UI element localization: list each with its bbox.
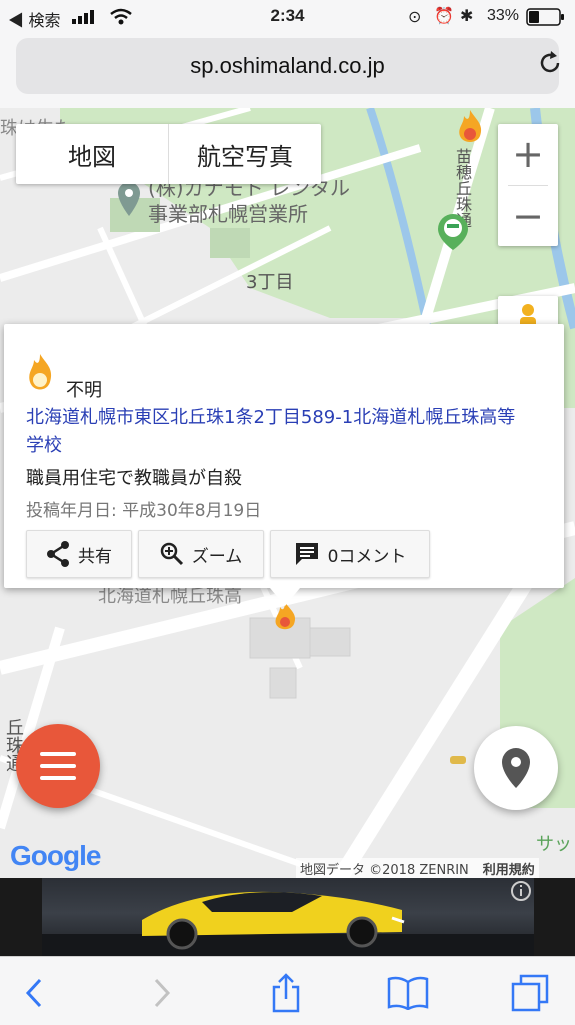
share-button[interactable]: 共有 bbox=[26, 530, 132, 578]
rotation-lock-icon: ⊙ bbox=[408, 9, 422, 26]
share-label: 共有 bbox=[78, 546, 112, 567]
map-type-satellite-button[interactable]: 航空写真 bbox=[169, 124, 321, 184]
google-logo: Google bbox=[10, 840, 101, 872]
address-bar: sp.oshimaland.co.jp bbox=[0, 34, 575, 109]
map-type-control: 地図 航空写真 bbox=[16, 124, 321, 184]
share-page-button[interactable] bbox=[264, 971, 308, 1015]
map-label-sapporo: サッ bbox=[536, 834, 572, 855]
zoom-out-button[interactable]: − bbox=[498, 186, 558, 246]
map-type-map-button[interactable]: 地図 bbox=[16, 124, 168, 184]
zoom-magnifier-icon bbox=[160, 542, 183, 566]
chevron-left-icon bbox=[25, 978, 42, 1008]
share-icon bbox=[47, 541, 69, 567]
battery-percent: 33% bbox=[486, 7, 519, 24]
terms-link[interactable]: 利用規約 bbox=[483, 859, 535, 878]
fire-marker-icon[interactable] bbox=[450, 108, 490, 148]
convenience-store-icon bbox=[438, 214, 468, 250]
ad-banner[interactable] bbox=[0, 878, 575, 956]
fire-icon bbox=[29, 354, 52, 390]
zoom-label: ズーム bbox=[191, 546, 243, 567]
info-window-pointer bbox=[270, 588, 300, 606]
reload-icon[interactable] bbox=[535, 48, 565, 78]
place-pin-icon bbox=[118, 182, 140, 216]
minus-icon: − bbox=[512, 194, 544, 238]
browser-toolbar bbox=[0, 956, 575, 1025]
battery-icon bbox=[526, 8, 564, 26]
map-label-company-2: 事業部札幌営業所 bbox=[148, 202, 308, 226]
info-date: 投稿年月日: 平成30年8月19日 bbox=[26, 501, 262, 521]
nav-back-button[interactable] bbox=[12, 971, 56, 1015]
my-location-fab-button[interactable] bbox=[474, 726, 558, 810]
attribution-text: 地図データ ©2018 ZENRIN bbox=[300, 862, 469, 878]
share-sheet-icon bbox=[272, 973, 300, 1013]
url-field[interactable]: sp.oshimaland.co.jp bbox=[16, 38, 559, 94]
car-illustration bbox=[42, 891, 534, 956]
info-description: 職員用住宅で教職員が自殺 bbox=[26, 468, 242, 489]
info-address-link[interactable]: 北海道札幌市東区北丘珠1条2丁目589-1北海道札幌丘珠高等学校 bbox=[26, 404, 526, 460]
comments-button[interactable]: 0コメント bbox=[270, 530, 430, 578]
tabs-icon bbox=[511, 974, 549, 1012]
comments-label: 0コメント bbox=[327, 546, 407, 567]
zoom-button[interactable]: ズーム bbox=[138, 530, 264, 578]
ad-car-image bbox=[42, 878, 534, 956]
bus-stop-icon bbox=[450, 756, 466, 764]
tabs-button[interactable] bbox=[508, 971, 552, 1015]
alarm-icon: ⏰ bbox=[434, 8, 454, 25]
location-pin-icon bbox=[502, 748, 530, 788]
bookmarks-button[interactable] bbox=[386, 971, 430, 1015]
book-icon bbox=[387, 976, 429, 1010]
map-attribution: 地図データ ©2018 ZENRIN 利用規約 bbox=[296, 858, 539, 878]
zoom-in-button[interactable]: + bbox=[498, 124, 558, 184]
menu-fab-button[interactable] bbox=[16, 724, 100, 808]
comment-icon bbox=[295, 543, 318, 565]
plus-icon: + bbox=[512, 132, 544, 176]
info-window: 不明 北海道札幌市東区北丘珠1条2丁目589-1北海道札幌丘珠高等学校 職員用住… bbox=[4, 324, 564, 588]
info-title: 不明 bbox=[66, 380, 102, 401]
hamburger-menu-icon bbox=[40, 752, 76, 780]
url-text: sp.oshimaland.co.jp bbox=[190, 53, 385, 78]
chevron-right-icon bbox=[154, 978, 171, 1008]
google-logo-text: Google bbox=[10, 840, 101, 871]
status-bar: ◀ 検索 2:34 ⊙ ⏰ ✱ 33% bbox=[0, 0, 575, 34]
map-label-block: 3丁目 bbox=[246, 272, 294, 293]
bluetooth-icon: ✱ bbox=[460, 8, 474, 25]
nav-forward-button[interactable] bbox=[140, 971, 184, 1015]
ad-info-icon[interactable] bbox=[510, 880, 532, 902]
map[interactable]: 珠は生た (株)カナモト レンタル 事業部札幌営業所 3丁目 苗穂丘珠通 丘珠通… bbox=[0, 108, 575, 878]
zoom-control: + − bbox=[498, 124, 558, 246]
